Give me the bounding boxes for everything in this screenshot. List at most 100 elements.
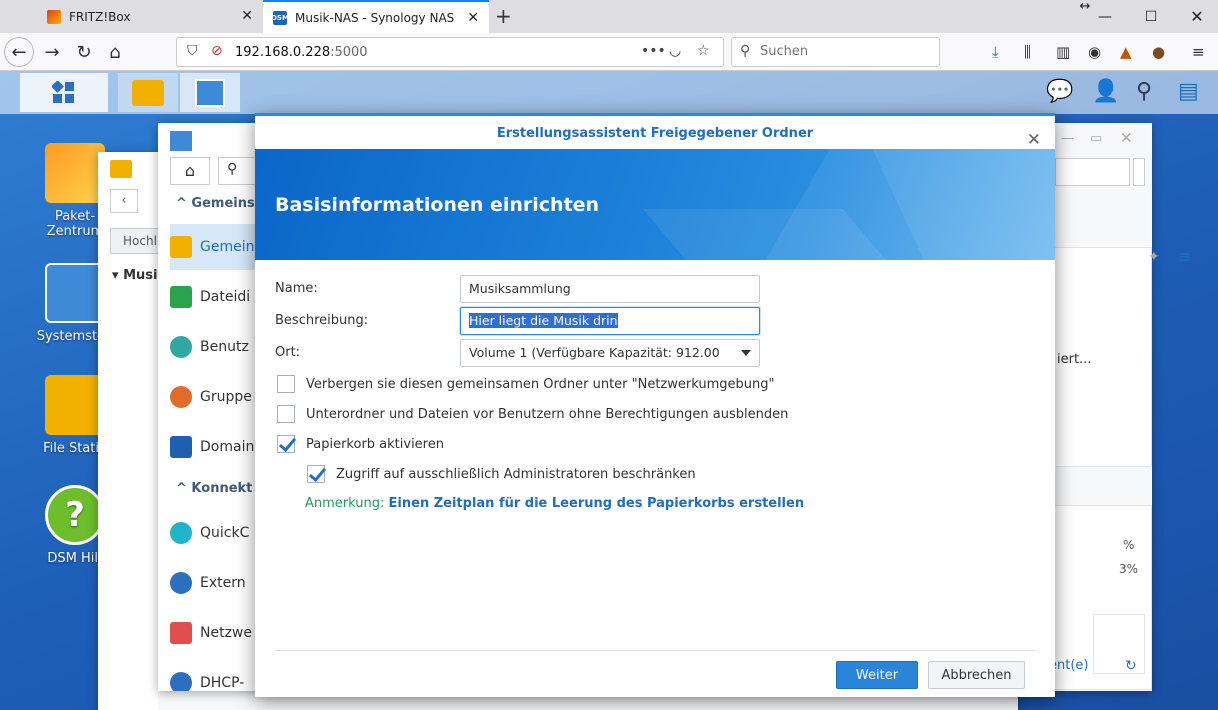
account-icon[interactable]: ◉ [1088,43,1101,61]
option-label: Verbergen sie diesen gemeinsamen Ordner … [306,376,775,392]
chat-icon[interactable]: 💬 [1046,79,1073,104]
cp-search-field[interactable] [1055,158,1130,186]
minimize-icon[interactable]: — [1061,131,1074,146]
hide-subfolders-checkbox[interactable] [277,405,295,423]
tab-fritzbox[interactable]: FRITZ!Box ✕ [37,0,263,33]
cancel-button[interactable]: Abbrechen [928,661,1025,689]
mini-chart [1093,614,1145,674]
sidebar-item-external-access[interactable]: Extern [170,567,246,599]
location-row: Ort: Volume 1 (Verfügbare Kapazität: 912… [275,339,1035,367]
extension2-icon[interactable]: ● [1152,43,1165,61]
search-icon[interactable]: ⚲ [218,157,257,185]
group-label: Konnekt [191,481,253,496]
cp-toolbar-button[interactable] [1133,158,1145,186]
back-icon[interactable]: ‹ [110,189,138,213]
group-connectivity[interactable]: ^ Konnekt [176,481,252,496]
url-bar[interactable]: ⛉ ⊘ 192.168.0.228:5000 ••• ◡ ☆ [176,37,724,67]
sidebar-item-quickconnect[interactable]: QuickC [170,517,249,549]
sidebar-item-group[interactable]: Gruppe [170,381,252,413]
description-label: Beschreibung: [275,313,369,328]
option-recycle-bin[interactable]: Papierkorb aktivieren [277,434,444,454]
quickconnect-icon [170,522,192,544]
download-icon[interactable]: ⤓ [992,43,999,61]
maximize-icon[interactable]: ☐ [1128,0,1174,33]
next-button[interactable]: Weiter [836,661,918,689]
search-icon: ⚲ [740,43,751,59]
description-field[interactable]: Hier liegt die Musik drin [460,307,760,335]
back-icon[interactable]: ← [4,37,34,67]
extension-icon[interactable]: ▲ [1120,43,1132,61]
minimize-icon[interactable]: — [1082,0,1128,33]
sidebar-item-file-services[interactable]: Dateidi [170,281,250,313]
search-icon[interactable]: ⚲ [1136,79,1152,104]
admin-only-checkbox[interactable] [307,465,325,483]
home-icon[interactable]: ⌂ [170,157,210,185]
dialog-titlebar: Erstellungsassistent Freigegebener Ordne… [255,113,1055,150]
maximize-icon[interactable]: ▭ [1090,131,1102,146]
option-hide-network[interactable]: Verbergen sie diesen gemeinsamen Ordner … [277,374,774,394]
network-icon [170,622,192,644]
sidebar-item-dhcp[interactable]: DHCP- [170,667,244,691]
close-tab-icon[interactable]: ✕ [241,8,253,24]
option-hide-subfolders[interactable]: Unterordner und Dateien vor Benutzern oh… [277,404,788,424]
home-icon[interactable]: ⌂ [101,38,129,66]
widgets-icon[interactable]: ▤ [1178,79,1199,104]
sidebar-item-network[interactable]: Netzwe [170,617,252,649]
close-tab-icon[interactable]: ✕ [467,10,479,26]
option-label: Unterordner und Dateien vor Benutzern oh… [306,406,789,422]
insecure-lock-icon[interactable]: ⊘ [211,43,223,59]
forward-icon[interactable]: → [38,38,66,66]
tree-item[interactable]: ▾ Musi [112,268,157,283]
location-select[interactable]: Volume 1 (Verfügbare Kapazität: 912.00 [460,339,760,367]
search-input[interactable] [760,44,930,59]
tab-musik-nas[interactable]: DSM Musik-NAS - Synology NAS ✕ [263,0,489,33]
url-text: 192.168.0.228:5000 [235,45,368,60]
sidebar-item-shared-folder[interactable]: Gemein [170,231,254,263]
user-icon[interactable]: 👤 [1092,79,1119,104]
sidebar-item-domain[interactable]: Domain [170,431,254,463]
pin-icon[interactable]: ✦ [1148,249,1160,265]
star-icon[interactable]: ☆ [697,43,710,59]
menu-icon[interactable]: ≡ [1192,43,1205,61]
option-label: Zugriff auf ausschließlich Administrator… [336,466,696,482]
control-panel-icon [195,78,225,107]
chevron-down-icon [741,350,751,356]
control-panel-icon [45,263,105,323]
widget-menu-icon[interactable]: ≡ [1178,247,1191,266]
option-admin-only[interactable]: Zugriff auf ausschließlich Administrator… [307,464,696,484]
close-icon[interactable]: ✕ [1120,129,1133,147]
option-label: Papierkorb aktivieren [306,436,444,452]
name-field[interactable]: Musiksammlung [460,275,760,303]
dialog-heading: Basisinformationen einrichten [275,194,600,216]
pocket-icon[interactable]: ◡ [669,43,681,59]
recycle-bin-checkbox[interactable] [277,435,295,453]
shared-folder-icon [170,236,192,258]
help-icon: ? [45,485,105,545]
new-tab-icon[interactable]: + [495,4,512,28]
shield-icon[interactable]: ⛉ [187,43,198,59]
group-label: Gemeins [191,196,255,211]
dialog-title: Erstellungsassistent Freigegebener Ordne… [496,126,814,141]
widget-text: iert... [1057,352,1092,367]
note-label: Anmerkung: [305,496,385,511]
group-file-sharing[interactable]: ^ Gemeins [176,196,255,211]
close-window-icon[interactable]: ✕ [1174,0,1218,33]
sidebar-icon[interactable]: ▥ [1056,43,1070,61]
taskbar-file-station[interactable] [118,73,178,112]
more-icon[interactable]: ••• [641,43,666,59]
dsm-desktop: 💬 👤 ⚲ ▤ Paket- Zentrum Systemsteu File S… [0,71,1218,710]
library-icon[interactable]: ⫼ [1024,43,1031,61]
file-services-icon [170,286,192,308]
search-field[interactable]: ⚲ [731,37,940,67]
taskbar-control-panel[interactable] [180,73,240,112]
file-station-sidebar: ‹ Hochl ▾ Musi [98,152,170,710]
hide-network-checkbox[interactable] [277,375,295,393]
name-row: Name: Musiksammlung [275,275,1035,303]
schedule-link[interactable]: Einen Zeitplan für die Leerung des Papie… [389,496,805,511]
sidebar-item-user[interactable]: Benutz [170,331,249,363]
refresh-icon[interactable]: ↻ [1125,658,1137,674]
main-menu-button[interactable] [20,73,108,112]
user-icon [170,336,192,358]
reload-icon[interactable]: ↻ [70,38,98,66]
sidebar-item-label: Extern [200,575,246,591]
